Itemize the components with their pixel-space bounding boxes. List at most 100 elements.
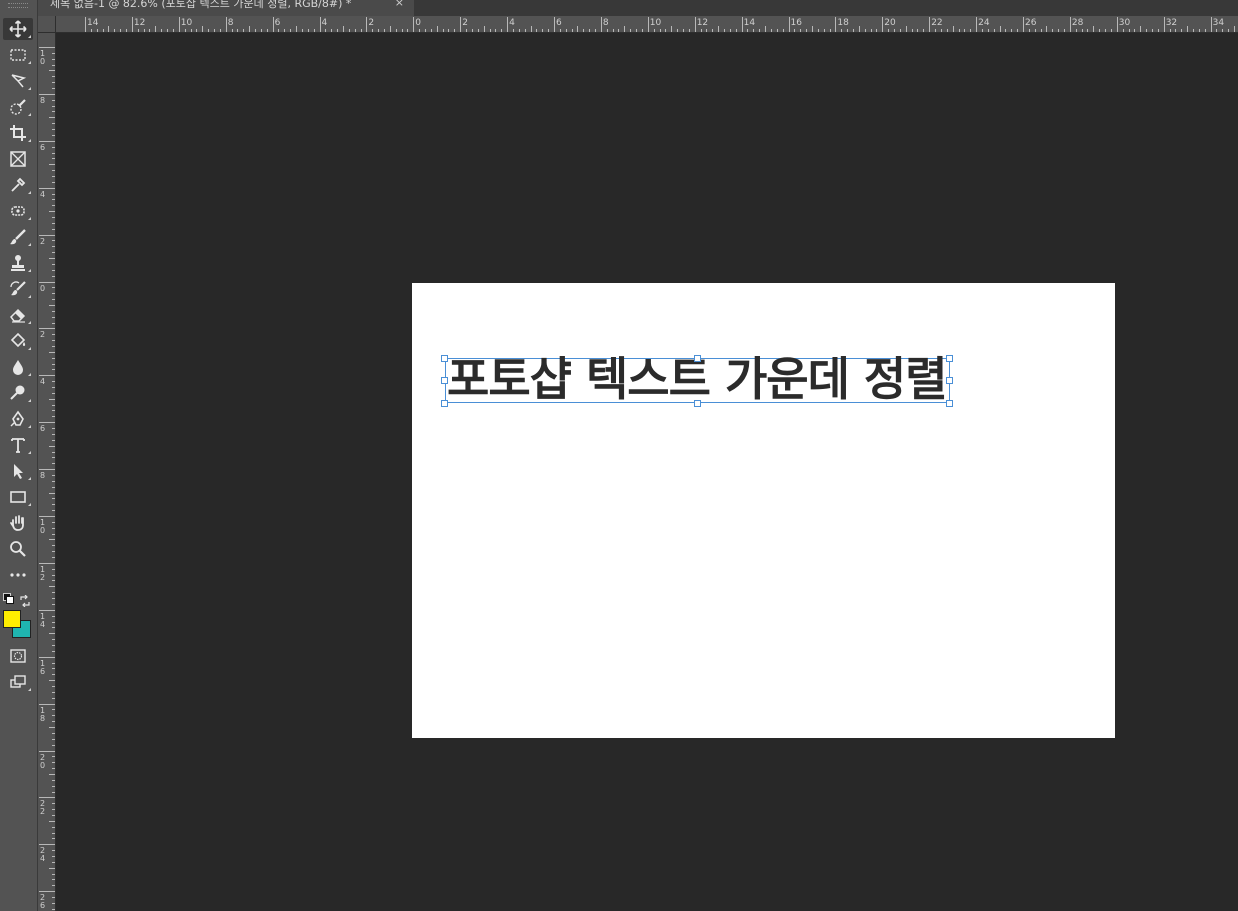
ruler-minor-tick <box>52 381 55 383</box>
screen-mode-icon[interactable] <box>3 671 33 693</box>
eyedropper-icon[interactable] <box>3 174 33 196</box>
ruler-minor-tick <box>52 551 55 553</box>
ruler-major-tick <box>600 17 602 32</box>
ruler-minor-tick <box>606 29 608 32</box>
lasso-icon[interactable] <box>3 70 33 92</box>
blur-icon[interactable] <box>3 356 33 378</box>
ruler-major-tick <box>39 469 55 471</box>
ruler-minor-tick <box>1146 29 1148 32</box>
ruler-major-tick <box>319 17 321 32</box>
ruler-label: 8 <box>40 95 46 105</box>
ruler-minor-tick <box>52 428 55 430</box>
ruler-minor-tick <box>1011 29 1013 32</box>
ruler-minor-tick <box>342 26 344 32</box>
ruler-minor-tick <box>49 633 55 635</box>
panel-grip[interactable] <box>8 3 28 8</box>
ruler-minor-tick <box>700 29 702 32</box>
rectangular-marquee-icon[interactable] <box>3 44 33 66</box>
path-selection-icon[interactable] <box>3 460 33 482</box>
transform-handle-bottom-center[interactable] <box>694 400 701 407</box>
ruler-minor-tick <box>52 217 55 218</box>
swap-colors-icon[interactable] <box>19 592 31 608</box>
ruler-minor-tick <box>1028 29 1030 32</box>
ruler-label: 22 <box>40 799 46 817</box>
quick-selection-icon[interactable] <box>3 96 33 118</box>
ruler-minor-tick <box>811 26 813 32</box>
eraser-icon[interactable] <box>3 304 33 326</box>
more-tools-icon[interactable] <box>3 564 33 586</box>
healing-brush-icon[interactable] <box>3 200 33 222</box>
ruler-minor-tick <box>52 240 55 242</box>
ruler-minor-tick <box>52 527 55 529</box>
transform-handle-bottom-right[interactable] <box>946 400 953 407</box>
ruler-minor-tick <box>419 29 421 32</box>
transform-handle-middle-right[interactable] <box>946 377 953 384</box>
close-icon[interactable]: × <box>395 0 404 8</box>
ruler-label: 6 <box>274 18 281 28</box>
ruler-minor-tick <box>712 29 714 32</box>
ruler-major-tick <box>39 93 55 95</box>
ruler-minor-tick <box>688 29 690 32</box>
ruler-minor-tick <box>52 621 55 623</box>
ruler-minor-tick <box>52 732 55 734</box>
ruler-minor-tick <box>52 252 55 254</box>
ruler-minor-tick <box>706 29 708 32</box>
ruler-minor-tick <box>454 29 456 32</box>
ruler-minor-tick <box>1187 26 1189 32</box>
brush-icon[interactable] <box>3 226 33 248</box>
clone-stamp-icon[interactable] <box>3 252 33 274</box>
vertical-ruler[interactable]: 10 8 6 4 2 0 2 4 6 8 10 12 14 16 18 20 22 24 26 <box>38 33 56 911</box>
paint-bucket-icon[interactable] <box>3 330 33 352</box>
ruler-minor-tick <box>52 363 55 365</box>
move-tool-icon[interactable] <box>3 18 33 40</box>
ruler-minor-tick <box>52 410 55 412</box>
ruler-corner <box>38 16 56 33</box>
ruler-minor-tick <box>52 322 55 324</box>
hand-icon[interactable] <box>3 512 33 534</box>
transform-handle-top-left[interactable] <box>441 355 448 362</box>
transform-handle-bottom-left[interactable] <box>441 400 448 407</box>
ruler-major-tick <box>39 187 55 189</box>
zoom-icon[interactable] <box>3 538 33 560</box>
quick-mask-icon[interactable] <box>3 645 33 667</box>
transform-handle-top-right[interactable] <box>946 355 953 362</box>
ruler-minor-tick <box>1204 29 1206 32</box>
ruler-minor-tick <box>1181 29 1183 32</box>
ruler-minor-tick <box>49 258 55 260</box>
ruler-minor-tick <box>266 29 268 32</box>
ruler-minor-tick <box>52 76 55 78</box>
horizontal-ruler[interactable]: 14 12 10 8 6 4 2 0 2 4 6 8 10 12 14 16 18 20 22 24 26 28 30 32 3… <box>56 16 1238 33</box>
transform-handle-middle-left[interactable] <box>441 377 448 384</box>
ruler-label: 34 <box>1212 18 1225 28</box>
ruler-minor-tick <box>759 29 761 32</box>
ruler-major-tick <box>39 516 55 517</box>
foreground-color-swatch[interactable] <box>3 610 21 628</box>
ruler-minor-tick <box>735 29 737 32</box>
ruler-minor-tick <box>518 29 520 32</box>
ruler-label: 2 <box>40 330 46 340</box>
ruler-minor-tick <box>52 457 55 459</box>
ruler-minor-tick <box>52 574 55 576</box>
default-colors-icon[interactable] <box>3 593 14 604</box>
pen-icon[interactable] <box>3 408 33 430</box>
history-brush-icon[interactable] <box>3 278 33 300</box>
ruler-minor-tick <box>52 287 55 289</box>
transform-handle-top-center[interactable] <box>694 355 701 362</box>
ruler-minor-tick <box>1157 29 1159 32</box>
ruler-minor-tick <box>823 29 825 32</box>
ruler-minor-tick <box>52 721 55 723</box>
crop-icon[interactable] <box>3 122 33 144</box>
frame-icon[interactable] <box>3 148 33 170</box>
ruler-minor-tick <box>52 902 55 904</box>
ruler-minor-tick <box>52 715 55 717</box>
ruler-major-tick <box>1069 17 1071 32</box>
ruler-minor-tick <box>653 29 655 32</box>
ruler-minor-tick <box>52 879 55 881</box>
ruler-minor-tick <box>571 29 573 32</box>
ruler-minor-tick <box>841 29 843 32</box>
document-tab[interactable]: 제목 없음-1 @ 82.6% (포토샵 텍스트 가운데 정렬, RGB/8#)… <box>38 0 414 16</box>
rectangle-shape-icon[interactable] <box>3 486 33 508</box>
type-icon[interactable] <box>3 434 33 456</box>
ruler-minor-tick <box>49 492 55 494</box>
dodge-icon[interactable] <box>3 382 33 404</box>
